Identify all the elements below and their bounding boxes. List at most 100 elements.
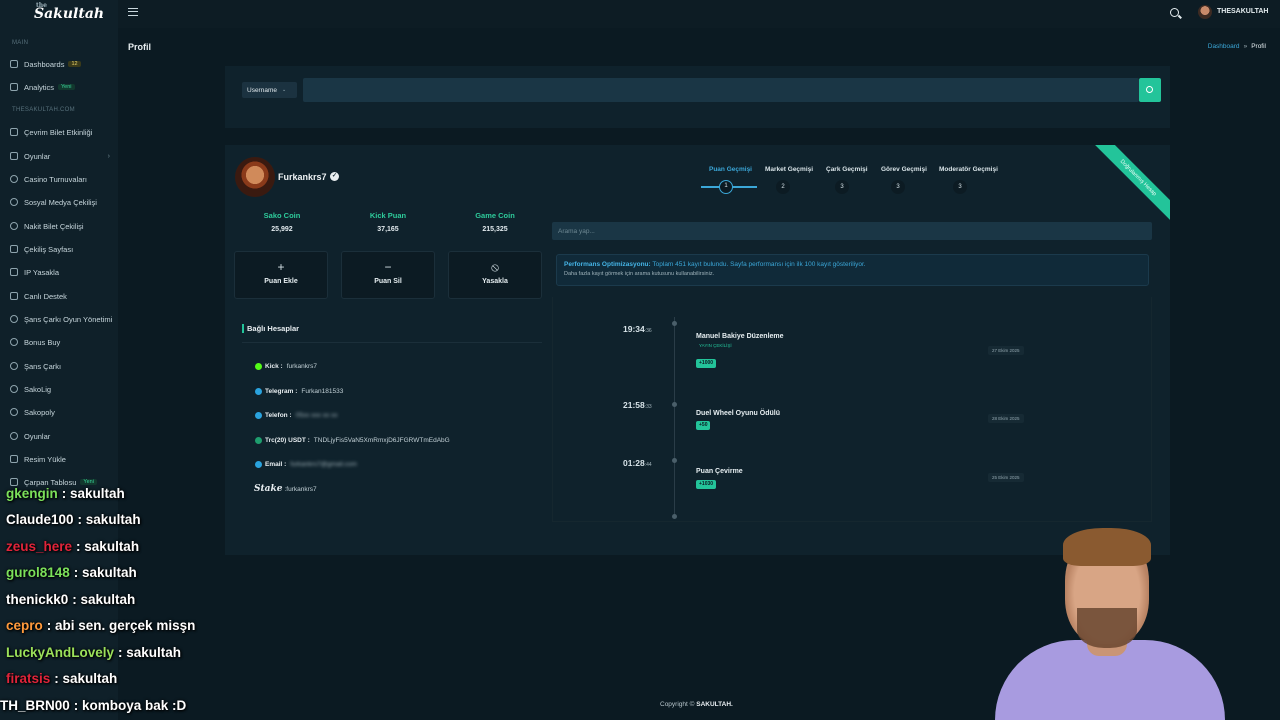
tab-puan-gecmisi[interactable]: Puan Geçmişi xyxy=(709,166,752,173)
username-label[interactable]: THESAKULTAH xyxy=(1217,8,1268,15)
history-timeline: 19:34:36 Manuel Bakiye Düzenleme YAYIN Ç… xyxy=(552,297,1152,522)
bonus-icon xyxy=(10,338,18,346)
search-icon[interactable] xyxy=(1170,8,1179,17)
sidebar-item-nakit-bilet[interactable]: Nakit Bilet Çekilişi xyxy=(10,218,116,234)
menu-icon[interactable] xyxy=(128,8,138,16)
sidebar-item-sans-carki[interactable]: Şans Çarkı xyxy=(10,358,116,374)
entry-title: Manuel Bakiye Düzenleme xyxy=(696,333,784,340)
performance-info-box: Performans Optimizasyonu: Toplam 451 kay… xyxy=(556,254,1149,286)
tab-cark-gecmisi[interactable]: Çark Geçmişi xyxy=(826,166,868,173)
telegram-icon xyxy=(255,388,262,395)
remove-points-button[interactable]: − Puan Sil xyxy=(341,251,435,299)
wheel-icon xyxy=(10,362,18,370)
sidebar-item-canli-destek[interactable]: Canlı Destek xyxy=(10,288,116,304)
home-icon xyxy=(10,60,18,68)
analytics-icon xyxy=(10,83,18,91)
linked-email: Email : furkankrs7@gmail.com xyxy=(255,461,357,468)
points-badge: +50 xyxy=(696,421,711,430)
profile-name: Furkankrs7 xyxy=(278,172,327,182)
linked-accounts-title: Bağlı Hesaplar xyxy=(242,324,299,333)
profile-avatar xyxy=(235,157,275,197)
league-icon xyxy=(10,385,18,393)
new-badge: Yeni xyxy=(80,479,97,485)
timeline-dot xyxy=(672,321,677,326)
webcam-overlay xyxy=(985,528,1235,720)
sidebar-item-sakopoly[interactable]: Sakopoly xyxy=(10,404,116,420)
points-badge: +1000 xyxy=(696,359,717,368)
sidebar-item-sans-carki-yonetimi[interactable]: Şans Çarkı Oyun Yönetimi xyxy=(10,311,116,327)
sidebar-item-oyunlar[interactable]: Oyunlar › xyxy=(10,148,116,164)
share-icon xyxy=(10,198,18,206)
avatar[interactable] xyxy=(1198,5,1212,19)
history-search-input[interactable] xyxy=(552,222,1152,240)
linked-stake: Stake: furkankrs7 xyxy=(254,484,317,494)
sidebar-section-main: MAIN xyxy=(12,40,29,46)
step-1[interactable]: 1 xyxy=(719,180,733,194)
search-type-select[interactable]: Username ⌄ xyxy=(242,82,297,98)
logo[interactable]: the Sakultah xyxy=(34,2,104,22)
chevron-right-icon: › xyxy=(107,152,110,160)
step-3[interactable]: 3 xyxy=(835,180,849,194)
sidebar-item-dashboards[interactable]: Dashboards 12 xyxy=(10,56,116,72)
page-title: Profil xyxy=(128,42,152,52)
wheel-icon xyxy=(10,315,18,323)
gamepad-icon xyxy=(10,432,18,440)
search-button[interactable] xyxy=(1139,78,1161,102)
chat-message: LuckyAndLovely: sakultah xyxy=(6,645,182,660)
board-icon xyxy=(10,408,18,416)
sidebar-item-cevrim-bilet[interactable]: Çevrim Bilet Etkinliği xyxy=(10,124,116,140)
step-2[interactable]: 2 xyxy=(776,180,790,194)
entry-time: 01:28:44 xyxy=(623,458,652,468)
ban-button[interactable]: ⦸ Yasakla xyxy=(448,251,542,299)
chat-message: TH_BRN00: komboya bak :D xyxy=(0,698,187,713)
stat-kick-puan: Kick Puan 37,165 xyxy=(369,211,407,233)
streamer-hair xyxy=(1063,528,1151,566)
chat-message: thenickk0: sakultah xyxy=(6,592,136,607)
timeline-dot xyxy=(672,514,677,519)
shield-icon xyxy=(10,268,18,276)
trophy-icon xyxy=(10,175,18,183)
topbar: THESAKULTAH xyxy=(118,0,1280,28)
table-icon xyxy=(10,478,18,486)
tab-gorev-gecmisi[interactable]: Görev Geçmişi xyxy=(881,166,927,173)
search-icon xyxy=(1146,86,1153,93)
tab-moderator-gecmisi[interactable]: Moderatör Geçmişi xyxy=(939,166,998,173)
sidebar-item-sosyal-medya[interactable]: Sosyal Medya Çekilişi xyxy=(10,194,116,210)
sidebar-item-casino-turnuvalari[interactable]: Casino Turnuvaları xyxy=(10,171,116,187)
user-search-input[interactable] xyxy=(303,78,1139,102)
ticket-icon xyxy=(10,128,18,136)
gamepad-icon xyxy=(10,152,18,160)
step-5[interactable]: 3 xyxy=(953,180,967,194)
sidebar-item-sakolig[interactable]: SakoLig xyxy=(10,381,116,397)
sidebar-item-cekilis-sayfasi[interactable]: Çekiliş Sayfası xyxy=(10,241,116,257)
streamer-beard xyxy=(1077,608,1137,648)
sidebar-item-bonus-buy[interactable]: Bonus Buy xyxy=(10,334,116,350)
tab-market-gecmisi[interactable]: Market Geçmişi xyxy=(765,166,813,173)
sidebar-item-resim-yukle[interactable]: Resim Yükle xyxy=(10,451,116,467)
chat-message: firatsis: sakultah xyxy=(6,671,118,686)
entry-date: 27 Ekim 2025 xyxy=(988,346,1024,355)
chat-message: cepro: abi sen. gerçek misşn xyxy=(6,618,196,633)
stake-logo: Stake xyxy=(254,484,283,494)
linked-usdt: Trc(20) USDT : TNDLjyFis5VaN5XmRmxjD6JFGR… xyxy=(255,437,450,444)
entry-time: 19:34:36 xyxy=(623,324,652,334)
breadcrumb-current: Profil xyxy=(1251,43,1266,50)
breadcrumb: Dashboard» Profil xyxy=(1208,43,1266,50)
new-badge: Yeni xyxy=(58,84,75,90)
sidebar-item-oyunlar-2[interactable]: Oyunlar xyxy=(10,428,116,444)
entry-subtitle: YAYIN ÇEKİLİŞİ xyxy=(699,343,732,348)
entry-date: 25 Ekim 2025 xyxy=(988,473,1024,482)
step-4[interactable]: 3 xyxy=(891,180,905,194)
profile-panel: Doğrulanmış Hesap Furkankrs7 ✓ Sako Coin… xyxy=(225,145,1170,555)
stat-sako-coin: Sako Coin 25,992 xyxy=(263,211,301,233)
breadcrumb-link-dashboard[interactable]: Dashboard xyxy=(1208,43,1240,50)
breadcrumb-separator: » xyxy=(1243,43,1248,50)
tether-icon xyxy=(255,437,262,444)
entry-date: 28 Ekim 2025 xyxy=(988,414,1024,423)
sidebar: the Sakultah MAIN Dashboards 12 Analytics Y… xyxy=(0,0,118,720)
copyright: Copyright © SAKULTAH. xyxy=(660,701,733,708)
sidebar-item-ip-yasakla[interactable]: IP Yasakla xyxy=(10,264,116,280)
sidebar-item-analytics[interactable]: Analytics Yeni xyxy=(10,79,116,95)
sidebar-section-site: THESAKULTAH.COM xyxy=(12,107,75,113)
add-points-button[interactable]: + Puan Ekle xyxy=(234,251,328,299)
